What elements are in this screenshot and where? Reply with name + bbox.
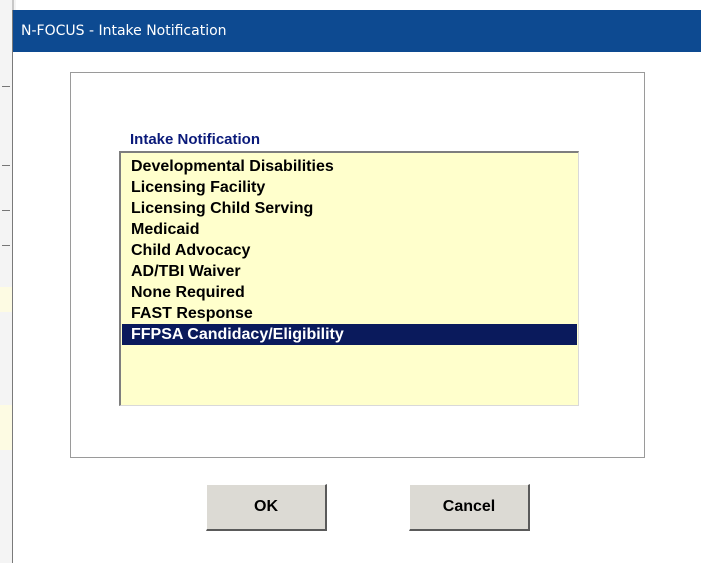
intake-notification-label: Intake Notification <box>130 131 261 148</box>
intake-notification-listbox[interactable]: Developmental Disabilities Licensing Fac… <box>119 151 579 406</box>
list-item[interactable]: Licensing Facility <box>122 177 577 198</box>
background-window-fragment <box>2 245 10 246</box>
dialog-title: N-FOCUS - Intake Notification <box>21 23 227 39</box>
background-window-field <box>0 287 12 312</box>
list-item[interactable]: Licensing Child Serving <box>122 198 577 219</box>
background-window-fragment <box>2 210 10 211</box>
background-window-fragment <box>2 165 10 166</box>
list-item[interactable]: Developmental Disabilities <box>122 156 577 177</box>
background-window-field <box>0 405 12 450</box>
ok-button[interactable]: OK <box>206 484 327 531</box>
list-item-selected[interactable]: FFPSA Candidacy/Eligibility <box>122 324 577 345</box>
background-window-fragment <box>2 86 10 87</box>
intake-notification-dialog: N-FOCUS - Intake Notification Intake Not… <box>12 10 701 563</box>
dialog-titlebar[interactable]: N-FOCUS - Intake Notification <box>13 10 701 52</box>
list-item[interactable]: AD/TBI Waiver <box>122 261 577 282</box>
list-item[interactable]: Medicaid <box>122 219 577 240</box>
list-item[interactable]: FAST Response <box>122 303 577 324</box>
list-item[interactable]: Child Advocacy <box>122 240 577 261</box>
cancel-button[interactable]: Cancel <box>409 484 530 531</box>
list-item[interactable]: None Required <box>122 282 577 303</box>
